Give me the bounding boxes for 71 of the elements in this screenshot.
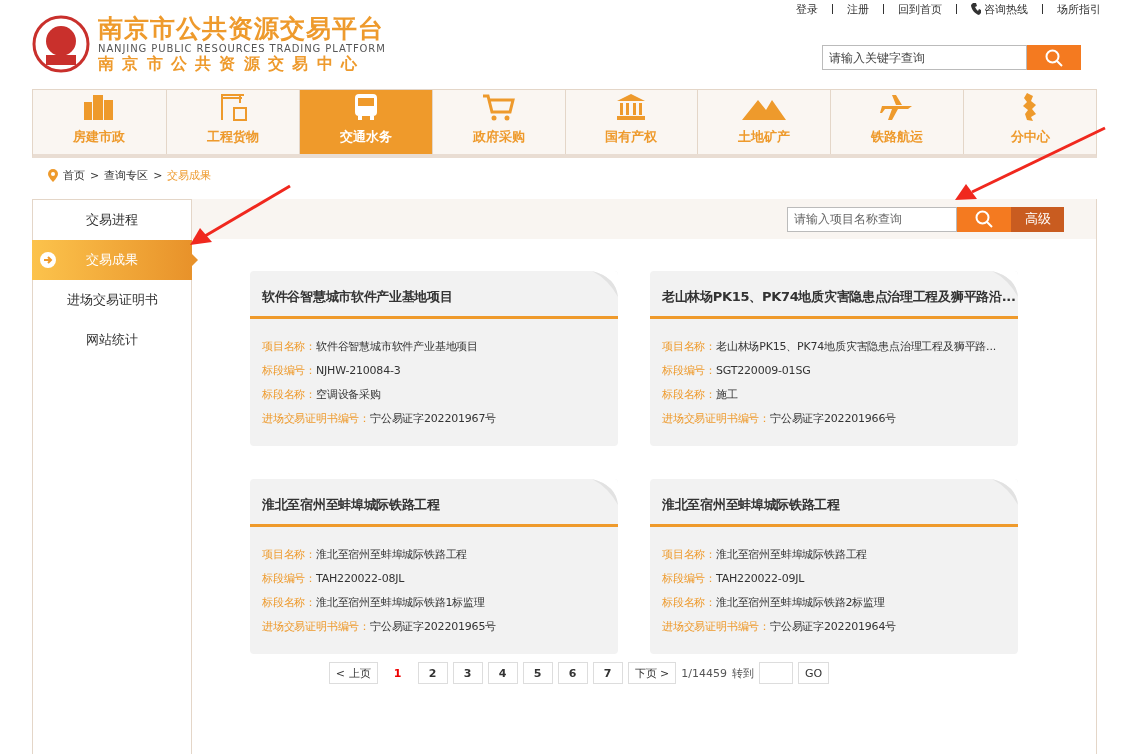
result-card[interactable]: 老山林场PK15、PK74地质灾害隐患点治理工程及狮平路沿... 项目名称：老山林场PK15、PK74地质灾害隐患点治理工程及狮平路... 标段编号：SGT220009-01SG 标段名称：施工 进场交易证明书编号：宁公易证字202201966号 (650, 271, 1018, 446)
nav-tab-label: 交通水务 (339, 128, 392, 146)
card-field: 标段名称：淮北至宿州至蚌埠城际铁路1标监理 (262, 595, 618, 611)
page-button[interactable]: 2 (417, 662, 448, 684)
page-button[interactable]: 5 (522, 662, 553, 684)
prev-page-button[interactable]: < 上页 (328, 662, 378, 684)
result-card[interactable]: 淮北至宿州至蚌埠城际铁路工程 项目名称：淮北至宿州至蚌埠城际铁路工程 标段编号：TAH220022-08JL 标段名称：淮北至宿州至蚌埠城际铁路1标监理 进场交易证明书编号：宁公易证字202201965号 (250, 479, 618, 654)
nav-tab-label: 分中心 (1010, 128, 1050, 146)
result-card[interactable]: 软件谷智慧城市软件产业基地项目 项目名称：软件谷智慧城市软件产业基地项目 标段编号：NJHW-210084-3 标段名称：空调设备采购 进场交易证明书编号：宁公易证字202201967号 (250, 271, 618, 446)
keyword-search-field[interactable]: 请输入关键字查询 (822, 45, 1027, 70)
location-pin-icon (48, 168, 58, 182)
page-button[interactable]: 3 (452, 662, 483, 684)
card-field: 进场交易证明书编号：宁公易证字202201964号 (662, 619, 1018, 635)
card-field: 标段编号：TAH220022-08JL (262, 571, 618, 587)
cart-icon (481, 92, 516, 122)
nav-tab-label: 房建市政 (73, 128, 126, 146)
breadcrumb-separator: > (90, 168, 100, 182)
goto-label: 转到 (731, 665, 754, 681)
card-field: 标段名称：空调设备采购 (262, 387, 618, 403)
pointer-icon (192, 254, 198, 266)
top-link[interactable]: 登录 (796, 1, 818, 17)
nav-tab-label: 铁路航运 (871, 128, 924, 146)
card-field: 项目名称：淮北至宿州至蚌埠城际铁路工程 (662, 547, 1018, 563)
card-field: 标段编号：NJHW-210084-3 (262, 363, 618, 379)
nav-tab-label: 国有产权 (605, 128, 658, 146)
top-link[interactable]: 场所指引 (1057, 1, 1101, 17)
card-field: 标段名称：施工 (662, 387, 1018, 403)
nav-tab-label: 土地矿产 (738, 128, 791, 146)
card-field: 项目名称：老山林场PK15、PK74地质灾害隐患点治理工程及狮平路... (662, 339, 1018, 355)
top-link[interactable]: 咨询热线 (971, 1, 1028, 17)
page-button[interactable]: 4 (487, 662, 518, 684)
phone-icon (971, 3, 981, 15)
card-field: 标段编号：SGT220009-01SG (662, 363, 1018, 379)
page-button[interactable]: 6 (557, 662, 588, 684)
card-field: 标段编号：TAH220022-09JL (662, 571, 1018, 587)
top-link[interactable]: 回到首页 (898, 1, 942, 17)
sidebar-item[interactable]: 网站统计 (32, 320, 192, 360)
center-title: 南京市公共资源交易中心 (98, 54, 367, 73)
emblem-logo (32, 14, 90, 73)
platform-title: 南京市公共资源交易平台 (98, 14, 385, 43)
breadcrumb-separator: > (153, 168, 163, 182)
search-icon (975, 210, 993, 228)
page-curl-icon (592, 271, 618, 297)
page-button[interactable]: 7 (592, 662, 623, 684)
search-button[interactable] (1027, 45, 1081, 70)
breadcrumb-link[interactable]: 查询专区 (104, 167, 149, 183)
result-card[interactable]: 淮北至宿州至蚌埠城际铁路工程 项目名称：淮北至宿州至蚌埠城际铁路工程 标段编号：TAH220022-09JL 标段名称：淮北至宿州至蚌埠城际铁路2标监理 进场交易证明书编号：宁公易证字202201964号 (650, 479, 1018, 654)
card-field: 项目名称：软件谷智慧城市软件产业基地项目 (262, 339, 618, 355)
card-field: 项目名称：淮北至宿州至蚌埠城际铁路工程 (262, 547, 618, 563)
page-total: 1/14459 (681, 666, 727, 680)
nav-tab-label: 工程货物 (206, 128, 259, 146)
next-page-button[interactable]: 下页 > (627, 662, 677, 684)
sidebar-item[interactable]: 交易进程 (32, 200, 192, 240)
breadcrumb-link[interactable]: 首页 (63, 167, 85, 183)
page-curl-icon (592, 479, 618, 505)
advanced-search-button[interactable]: 高级 (1011, 206, 1064, 232)
page-number-field[interactable] (758, 662, 793, 684)
sidebar-item[interactable]: 进场交易证明书 (32, 280, 192, 320)
page-curl-icon (992, 479, 1018, 505)
project-search-field[interactable]: 请输入项目名称查询 (787, 206, 957, 232)
search-button[interactable] (957, 206, 1011, 232)
go-button[interactable]: GO (797, 662, 830, 684)
nav-tab-label: 政府采购 (472, 128, 525, 146)
card-field: 进场交易证明书编号：宁公易证字202201965号 (262, 619, 618, 635)
platform-title-english: NANJING PUBLIC RESOURCES TRADING PLATFORM (98, 42, 386, 54)
card-field: 进场交易证明书编号：宁公易证字202201966号 (662, 411, 1018, 427)
top-link[interactable]: 注册 (847, 1, 869, 17)
search-icon (1045, 48, 1063, 67)
card-field: 标段名称：淮北至宿州至蚌埠城际铁路2标监理 (662, 595, 1018, 611)
arrow-circle-icon (40, 252, 56, 268)
card-field: 进场交易证明书编号：宁公易证字202201967号 (262, 411, 618, 427)
